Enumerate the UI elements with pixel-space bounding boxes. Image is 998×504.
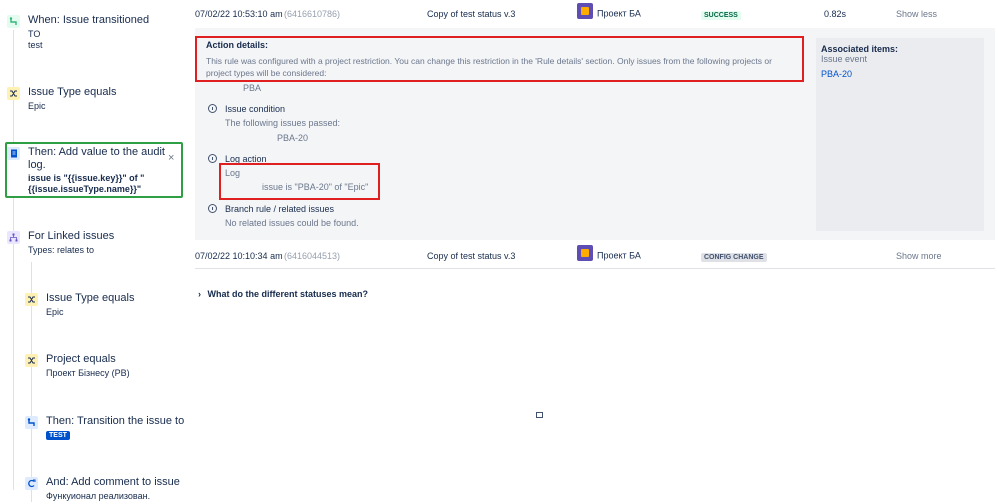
comment-title: And: Add comment to issue [46, 476, 180, 488]
branch-title: For Linked issues [28, 230, 115, 242]
restriction-text-2: project types will be considered: [206, 68, 327, 78]
faq-label: What do the different statuses mean? [207, 289, 369, 299]
row-duration: 0.82s [824, 9, 847, 19]
info-icon [208, 104, 217, 113]
row-divider [195, 268, 995, 269]
condition-title: Issue Type equals [46, 292, 135, 304]
branch-types: Types: relates to [28, 245, 95, 255]
audit-log-row[interactable]: 07/02/22 10:10:34 am (6416044513) Copy o… [195, 242, 995, 270]
row-id: (6416044513) [284, 251, 341, 261]
branch-linked-issues[interactable]: For Linked issues Types: relates to [7, 230, 114, 256]
trigger-title: When: Issue transitioned [28, 14, 150, 26]
project-name: Проект БА [597, 8, 641, 19]
row-id: (6416610786) [284, 9, 341, 19]
project-avatar-icon [577, 3, 593, 19]
associated-type: Issue event [821, 54, 868, 64]
row-project: Проект БА [577, 245, 641, 264]
issue-condition-text: The following issues passed: [225, 118, 341, 128]
condition-value: Epic [28, 101, 46, 111]
condition-title: Issue Type equals [28, 86, 117, 98]
branch-rule-text: No related issues could be found. [225, 218, 359, 228]
condition-value: Проект Бізнесу (PB) [46, 368, 130, 378]
action-add-comment[interactable]: And: Add comment to issue Функуионал реа… [25, 476, 180, 502]
transition-icon [7, 15, 20, 28]
comment-text: Функуионал реализован. [46, 491, 151, 501]
status-badge: SUCCESS [701, 11, 741, 20]
comment-icon [25, 477, 38, 490]
row-project: Проект БА [577, 3, 641, 22]
transition-icon [25, 416, 38, 429]
project-name: Проект БА [597, 250, 641, 261]
log-message: issue is "PBA-20" of "Epic" [262, 182, 369, 192]
trigger-issue-transitioned[interactable]: When: Issue transitioned TO test [7, 14, 149, 51]
trigger-status: test [28, 40, 43, 50]
rule-component-panel: When: Issue transitioned TO test Issue T… [0, 0, 190, 504]
project-avatar-icon [577, 245, 593, 261]
audit-action-title-2: log. [28, 159, 46, 171]
restricted-project: PBA [243, 83, 262, 93]
info-icon [208, 154, 217, 163]
info-icon [208, 204, 217, 213]
statuses-faq-expander[interactable]: › What do the different statuses mean? [198, 289, 368, 299]
cursor-icon [536, 412, 543, 418]
restriction-text-1: This rule was configured with a project … [206, 56, 772, 66]
close-icon[interactable]: × [168, 152, 174, 164]
condition-shuffle-icon [7, 87, 20, 100]
audit-log-icon [7, 147, 20, 160]
row-date: 07/02/22 10:10:34 am [195, 251, 283, 261]
row-date: 07/02/22 10:53:10 am [195, 9, 283, 19]
audit-action-message-2: {{issue.issueType.name}}" [28, 184, 142, 194]
transition-title: Then: Transition the issue to [46, 415, 185, 427]
row-status: CONFIG CHANGE [701, 251, 767, 262]
audit-log-panel: 07/02/22 10:53:10 am (6416610786) Copy o… [190, 0, 998, 504]
chevron-right-icon: › [198, 289, 201, 299]
status-badge: CONFIG CHANGE [701, 253, 767, 262]
audit-action-message-1: issue is "{{issue.key}}" of " [28, 173, 145, 183]
branch-icon [7, 231, 20, 244]
condition-issue-type[interactable]: Issue Type equals Epic [7, 86, 116, 112]
log-label: Log [225, 168, 241, 178]
audit-action-title-1: Then: Add value to the audit [28, 146, 165, 158]
action-add-audit-log[interactable]: Then: Add value to the audit log. issue … [7, 146, 165, 195]
trigger-to-label: TO [28, 29, 41, 39]
status-lozenge-test: TEST [46, 431, 70, 440]
associated-issue-link[interactable]: PBA-20 [821, 69, 852, 79]
associated-heading: Associated items: [821, 44, 899, 54]
row-status: SUCCESS [701, 9, 741, 20]
condition-shuffle-icon [25, 293, 38, 306]
row-rule-name: Copy of test status v.3 [427, 251, 516, 261]
action-transition-issue[interactable]: Then: Transition the issue to TEST [25, 415, 184, 440]
condition-issue-type-branch[interactable]: Issue Type equals Epic [25, 292, 134, 318]
branch-rule-title: Branch rule / related issues [225, 204, 335, 214]
condition-title: Project equals [46, 353, 116, 365]
row-rule-name: Copy of test status v.3 [427, 9, 516, 19]
condition-project-equals[interactable]: Project equals Проект Бізнесу (PB) [25, 353, 130, 379]
associated-items-panel: Associated items: Issue event PBA-20 [816, 38, 984, 231]
issue-condition-title: Issue condition [225, 104, 286, 114]
audit-log-row[interactable]: 07/02/22 10:53:10 am (6416610786) Copy o… [195, 0, 995, 28]
show-less-link[interactable]: Show less [896, 9, 937, 19]
show-more-link[interactable]: Show more [896, 251, 942, 261]
issue-condition-key: PBA-20 [277, 133, 309, 143]
condition-value: Epic [46, 307, 64, 317]
condition-shuffle-icon [25, 354, 38, 367]
action-details-heading: Action details: [206, 40, 269, 50]
